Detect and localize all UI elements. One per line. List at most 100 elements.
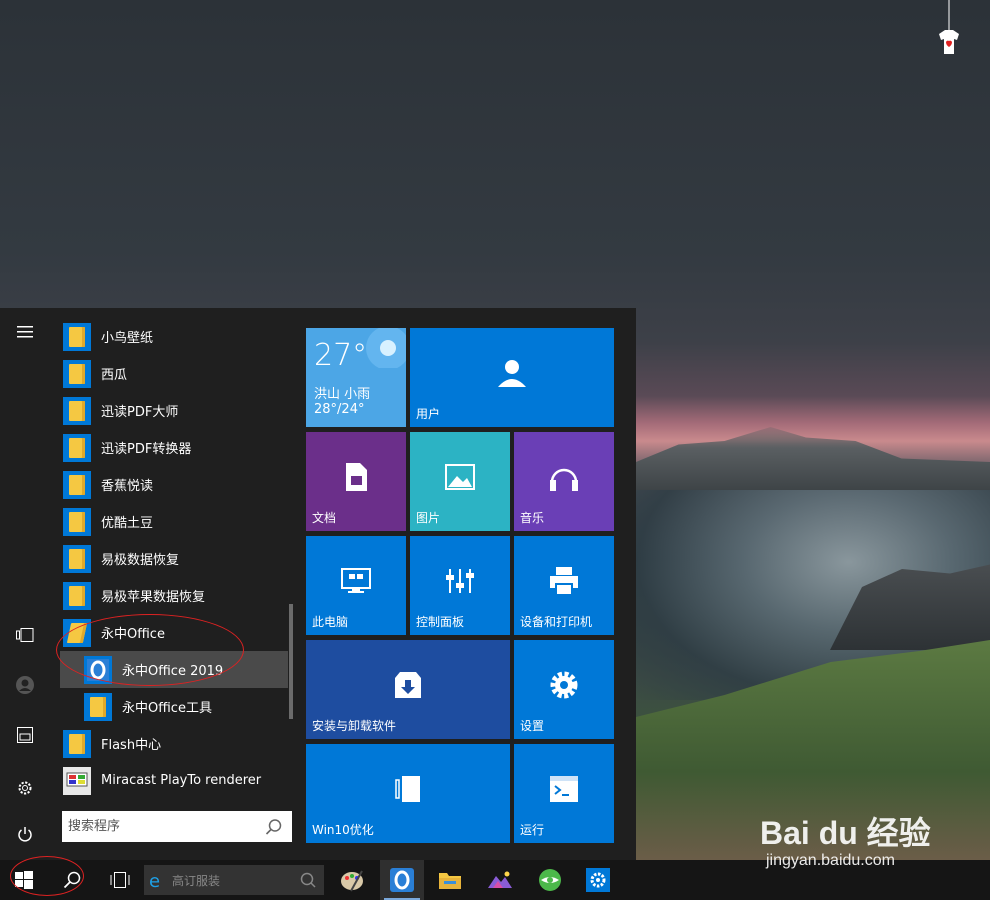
tile-label: 文档 xyxy=(312,511,337,525)
tile-weather[interactable]: 27° 洪山 小雨 28°/24° xyxy=(306,328,406,427)
task-view-button[interactable] xyxy=(96,860,144,900)
tile-label: Win10优化 xyxy=(312,823,374,837)
tile-label: 用户 xyxy=(416,407,441,421)
ie-browser-icon: e xyxy=(149,871,160,889)
taskbar-app-photos[interactable] xyxy=(478,860,522,900)
app-item-banana-reader[interactable]: 香蕉悦读 xyxy=(60,466,288,503)
app-item-yiji-apple-recovery[interactable]: 易极苹果数据恢复 xyxy=(60,577,288,614)
annotation-circle-start-button xyxy=(10,856,84,896)
folder-icon xyxy=(439,873,461,889)
tile-pictures[interactable]: 图片 xyxy=(410,432,510,531)
tile-settings[interactable]: 设置 xyxy=(514,640,614,739)
task-view-icon xyxy=(110,872,130,888)
tile-devices-printers[interactable]: 设备和打印机 xyxy=(514,536,614,635)
green-globe-icon xyxy=(539,869,561,891)
tshirt-pendant-icon[interactable] xyxy=(935,0,963,56)
app-item-label: Miracast PlayTo renderer xyxy=(101,773,262,788)
taskbar-search-text: 高订服装 xyxy=(172,873,221,888)
weather-temp: 27° xyxy=(314,338,368,373)
run-icon xyxy=(550,775,578,802)
folder-icon xyxy=(63,729,91,758)
tile-label: 控制面板 xyxy=(416,615,465,629)
weather-range: 28°/24° xyxy=(314,402,365,417)
taskbar-app-file-explorer[interactable] xyxy=(428,860,472,900)
app-list-scrollbar[interactable] xyxy=(289,604,293,719)
annotation-circle-yozo-office xyxy=(56,614,244,686)
folder-icon xyxy=(84,692,112,721)
app-item-label: 迅读PDF大师 xyxy=(101,405,179,420)
account-button[interactable] xyxy=(0,665,50,705)
file-explorer-rail-button[interactable] xyxy=(0,715,50,755)
svg-text:e: e xyxy=(149,871,160,889)
tile-this-pc[interactable]: 此电脑 xyxy=(306,536,406,635)
tile-label: 设备和打印机 xyxy=(520,615,593,629)
app-item-xigua[interactable]: 西瓜 xyxy=(60,355,288,392)
app-item-label: 永中Office工具 xyxy=(122,701,212,716)
app-item-miracast[interactable]: Miracast PlayTo renderer xyxy=(60,762,288,799)
taskbar-browser-search[interactable]: e 高订服装 xyxy=(144,865,324,895)
miracast-icon xyxy=(63,766,91,795)
tile-win10-optimize[interactable]: Win10优化 xyxy=(306,744,510,843)
folder-icon xyxy=(63,396,91,425)
folder-icon xyxy=(63,544,91,573)
app-item-yozo-office-tools[interactable]: 永中Office工具 xyxy=(60,688,288,725)
yozo-office-icon xyxy=(390,868,414,892)
power-button[interactable] xyxy=(0,814,50,854)
tile-user[interactable]: 用户 xyxy=(410,328,614,427)
tile-label: 音乐 xyxy=(520,511,545,525)
install-icon xyxy=(395,671,421,698)
gear-icon xyxy=(18,781,32,795)
tile-install-uninstall[interactable]: 安装与卸载软件 xyxy=(306,640,510,739)
task-view-icon xyxy=(16,628,34,642)
baidu-jingyan-watermark: Bai du 经验 jingyan.baidu.com xyxy=(760,808,990,878)
tile-label: 图片 xyxy=(416,511,441,525)
taskbar-app-yozo-office[interactable] xyxy=(380,860,424,900)
folder-icon xyxy=(63,433,91,462)
taskbar-app-green-browser[interactable] xyxy=(528,860,572,900)
app-item-xundu-pdf-master[interactable]: 迅读PDF大师 xyxy=(60,392,288,429)
app-item-xundu-pdf-converter[interactable]: 迅读PDF转换器 xyxy=(60,429,288,466)
tile-documents[interactable]: 文档 xyxy=(306,432,406,531)
folder-icon xyxy=(63,359,91,388)
gear-icon xyxy=(550,671,578,699)
watermark-url: jingyan.baidu.com xyxy=(766,852,895,869)
picture-icon xyxy=(445,463,475,490)
start-menu: 小鸟壁纸 西瓜 迅读PDF大师 迅读PDF转换器 香蕉悦读 优酷土豆 易极数据恢… xyxy=(0,308,636,860)
task-view-rail-button[interactable] xyxy=(0,615,50,655)
tile-control-panel[interactable]: 控制面板 xyxy=(410,536,510,635)
folder-icon xyxy=(63,470,91,499)
taskbar-app-paint[interactable] xyxy=(330,860,374,900)
app-item-yiji-data-recovery[interactable]: 易极数据恢复 xyxy=(60,540,288,577)
search-icon[interactable] xyxy=(265,818,283,836)
folder-icon xyxy=(63,507,91,536)
app-item-label: 西瓜 xyxy=(101,368,128,383)
app-item-label: Flash中心 xyxy=(101,738,162,753)
tile-run[interactable]: 运行 xyxy=(514,744,614,843)
app-item-youku-tudou[interactable]: 优酷土豆 xyxy=(60,503,288,540)
win10-optimize-icon xyxy=(395,775,420,802)
weather-city: 洪山 xyxy=(314,387,341,402)
sliders-icon xyxy=(446,568,474,593)
app-item-label: 易极苹果数据恢复 xyxy=(101,590,206,605)
taskbar-app-settings[interactable] xyxy=(576,860,620,900)
gear-icon xyxy=(586,868,610,892)
app-item-flash-center[interactable]: Flash中心 xyxy=(60,725,288,762)
app-item-label: 香蕉悦读 xyxy=(101,479,154,494)
program-search-box[interactable] xyxy=(62,811,292,842)
hamburger-menu-button[interactable] xyxy=(0,312,50,352)
app-item-label: 小鸟壁纸 xyxy=(101,331,154,346)
file-explorer-icon xyxy=(17,727,33,743)
tile-label: 设置 xyxy=(520,719,545,733)
person-icon xyxy=(498,359,526,387)
tile-music[interactable]: 音乐 xyxy=(514,432,614,531)
program-search-input[interactable] xyxy=(66,818,265,835)
watermark-brand: Bai du 经验 xyxy=(760,815,931,851)
paint-palette-icon xyxy=(341,870,363,892)
folder-icon xyxy=(63,322,91,351)
weather-condition: 小雨 xyxy=(344,387,371,402)
headphones-icon xyxy=(550,468,578,491)
app-item-label: 优酷土豆 xyxy=(101,516,154,531)
mountain-photos-icon xyxy=(488,871,512,888)
app-item-xiaoniao-wallpaper[interactable]: 小鸟壁纸 xyxy=(60,318,288,355)
settings-rail-button[interactable] xyxy=(0,768,50,808)
